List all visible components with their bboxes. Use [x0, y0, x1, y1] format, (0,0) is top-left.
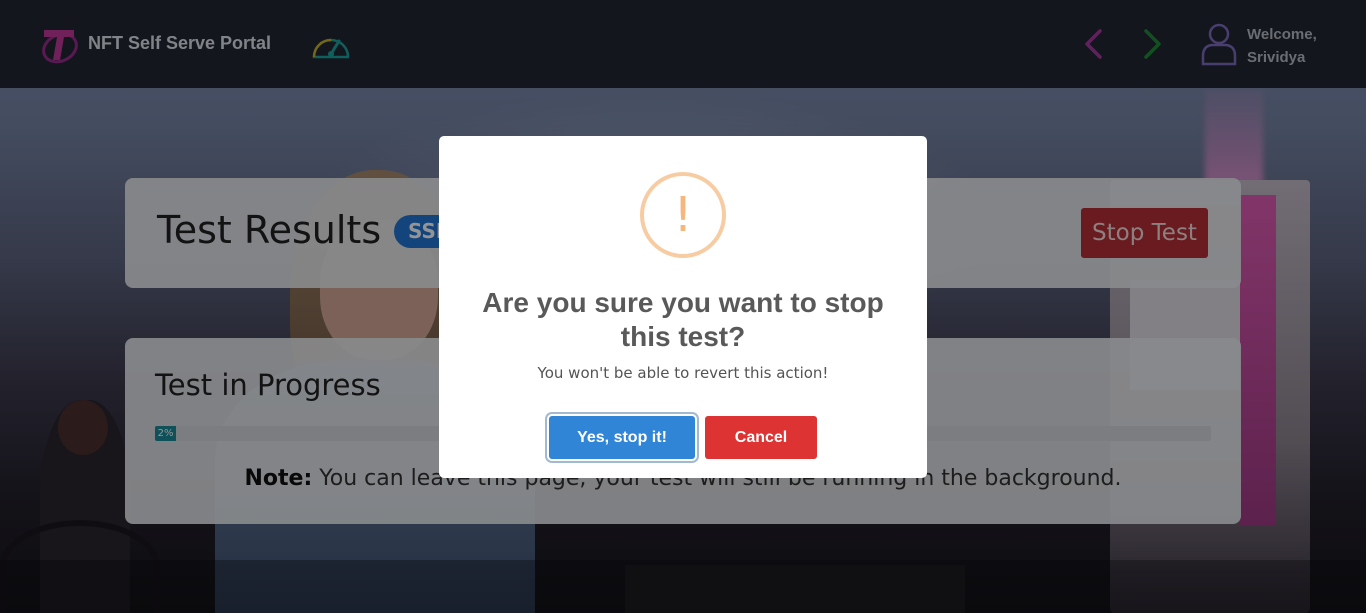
warning-icon: ! [640, 172, 726, 258]
dialog-title: Are you sure you want to stop this test? [482, 287, 884, 352]
dialog-message: You won't be able to revert this action! [537, 364, 829, 382]
confirm-stop-button[interactable]: Yes, stop it! [549, 416, 695, 459]
confirm-dialog: ! Are you sure you want to stop this tes… [439, 136, 927, 478]
cancel-button[interactable]: Cancel [705, 416, 817, 459]
